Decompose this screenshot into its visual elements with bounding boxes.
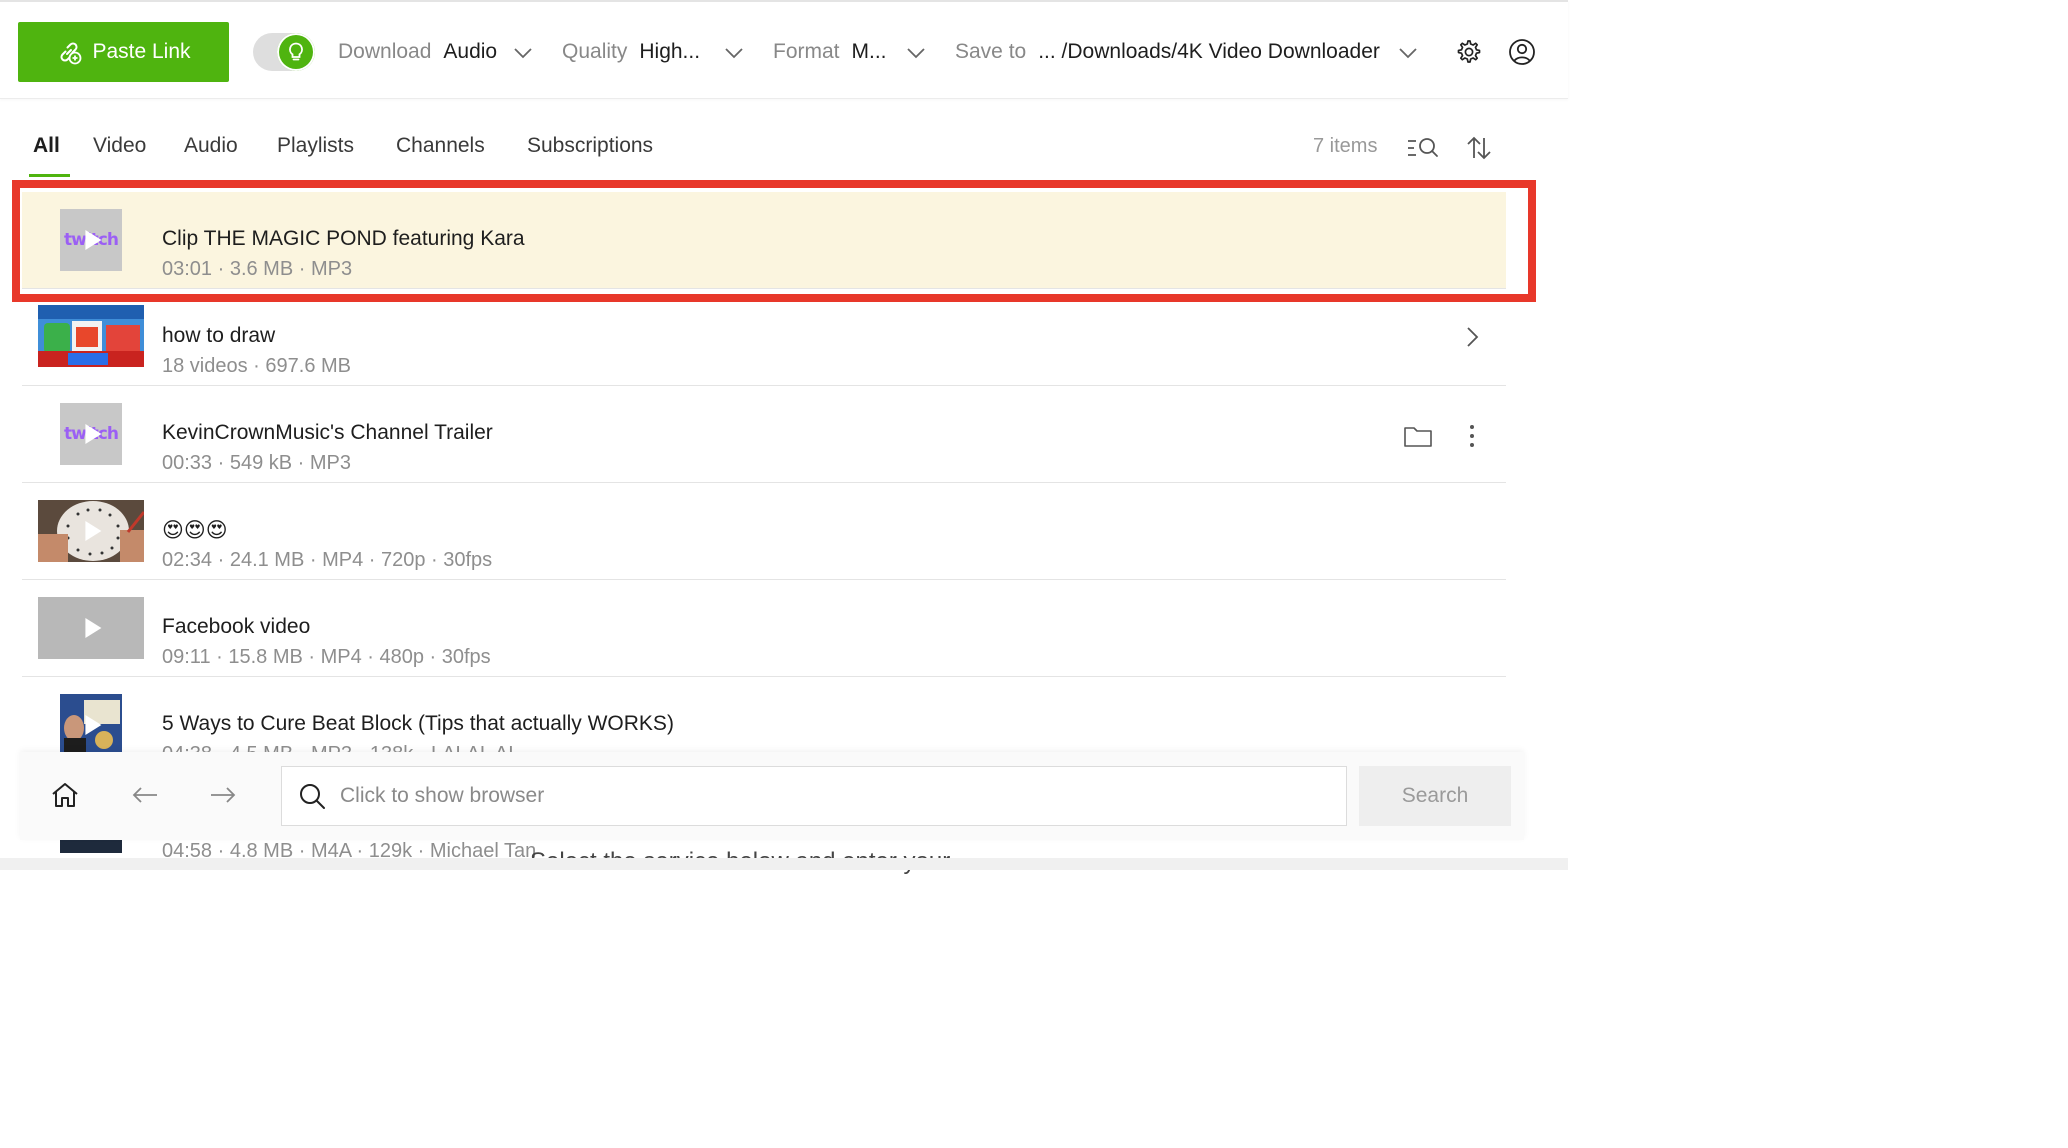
format-label: Format — [773, 40, 840, 63]
browser-search-field[interactable] — [281, 766, 1347, 826]
drawing-thumbnail — [38, 500, 144, 562]
play-icon — [85, 521, 102, 541]
settings-gear-icon[interactable] — [1452, 36, 1484, 68]
account-icon[interactable] — [1506, 36, 1538, 68]
download-label: Download — [338, 40, 432, 63]
forward-arrow-icon[interactable] — [206, 778, 240, 812]
active-tab-indicator — [29, 174, 70, 177]
save-to-dropdown[interactable]: Save to ... /Downloads/4K Video Download… — [955, 36, 1380, 68]
save-to-value: ... /Downloads/4K Video Downloader — [1038, 40, 1380, 63]
browser-bar: Search — [20, 752, 1524, 840]
window-bottom-edge — [0, 858, 1568, 870]
list-item[interactable]: 😍😍😍 02:34 · 24.1 MB · MP4 · 720p · 30fps — [22, 483, 1506, 580]
quality-dropdown[interactable]: Quality High... — [562, 36, 700, 68]
back-arrow-icon[interactable] — [128, 778, 162, 812]
more-options-icon[interactable] — [1462, 422, 1482, 450]
paste-link-button[interactable]: Paste Link — [18, 22, 229, 82]
top-toolbar: Paste Link Download Audio Quality High..… — [0, 0, 1568, 99]
item-meta: 09:11 · 15.8 MB · MP4 · 480p · 30fps — [162, 646, 491, 668]
item-title: 😍😍😍 — [162, 519, 228, 542]
item-meta: 02:34 · 24.1 MB · MP4 · 720p · 30fps — [162, 549, 493, 571]
list-item[interactable]: Facebook video 09:11 · 15.8 MB · MP4 · 4… — [22, 580, 1506, 677]
item-meta: 18 videos · 697.6 MB — [162, 355, 351, 377]
item-meta: 03:01 · 3.6 MB · MP3 — [162, 258, 353, 280]
play-icon — [85, 715, 102, 735]
format-value: M... — [851, 40, 887, 63]
chevron-right-icon[interactable] — [1460, 325, 1484, 349]
save-to-label: Save to — [955, 40, 1027, 63]
item-title: 5 Ways to Cure Beat Block (Tips that act… — [162, 712, 674, 735]
chevron-down-icon[interactable] — [723, 42, 745, 64]
playlist-thumbnail — [38, 305, 144, 367]
item-title: how to draw — [162, 324, 276, 347]
lightbulb-icon — [277, 33, 315, 71]
search-input[interactable] — [340, 784, 1240, 808]
smart-mode-toggle[interactable] — [253, 33, 315, 71]
format-dropdown[interactable]: Format M... — [773, 36, 887, 68]
items-count: 7 items — [1313, 135, 1378, 157]
home-icon[interactable] — [48, 778, 82, 812]
item-title: KevinCrownMusic's Channel Trailer — [162, 421, 493, 444]
item-title: Clip THE MAGIC POND featuring Kara — [162, 227, 525, 250]
list-item[interactable]: twitch Clip THE MAGIC POND featuring Kar… — [22, 192, 1506, 289]
video-thumbnail — [60, 694, 122, 756]
chevron-down-icon[interactable] — [905, 42, 927, 64]
tab-all[interactable]: All — [33, 134, 60, 158]
search-button[interactable]: Search — [1359, 766, 1511, 826]
item-meta: 00:33 · 549 kB · MP3 — [162, 452, 351, 474]
quality-value: High... — [639, 40, 701, 63]
play-icon — [85, 230, 102, 250]
folder-icon[interactable] — [1402, 422, 1434, 450]
paste-link-label: Paste Link — [92, 40, 191, 63]
twitch-thumbnail: twitch — [60, 209, 122, 271]
link-add-icon — [60, 42, 82, 65]
list-item[interactable]: twitch KevinCrownMusic's Channel Trailer… — [22, 386, 1506, 483]
tab-video[interactable]: Video — [93, 134, 146, 158]
tab-channels[interactable]: Channels — [396, 134, 485, 158]
chevron-down-icon[interactable] — [1397, 42, 1419, 64]
play-icon — [85, 618, 102, 638]
twitch-thumbnail: twitch — [60, 403, 122, 465]
sort-icon[interactable] — [1462, 132, 1496, 164]
placeholder-thumbnail — [38, 597, 144, 659]
download-type-dropdown[interactable]: Download Audio — [338, 36, 497, 68]
play-icon — [85, 424, 102, 444]
tab-playlists[interactable]: Playlists — [277, 134, 354, 158]
tab-audio[interactable]: Audio — [184, 134, 238, 158]
item-title: Facebook video — [162, 615, 311, 638]
list-item[interactable]: how to draw 18 videos · 697.6 MB — [22, 289, 1506, 386]
download-value: Audio — [443, 40, 498, 63]
tab-subscriptions[interactable]: Subscriptions — [527, 134, 653, 158]
filter-tabs: All Video Audio Playlists Channels Subsc… — [0, 118, 1568, 180]
search-icon — [300, 784, 325, 809]
chevron-down-icon[interactable] — [512, 42, 534, 64]
search-list-icon[interactable] — [1406, 132, 1440, 164]
quality-label: Quality — [562, 40, 628, 63]
